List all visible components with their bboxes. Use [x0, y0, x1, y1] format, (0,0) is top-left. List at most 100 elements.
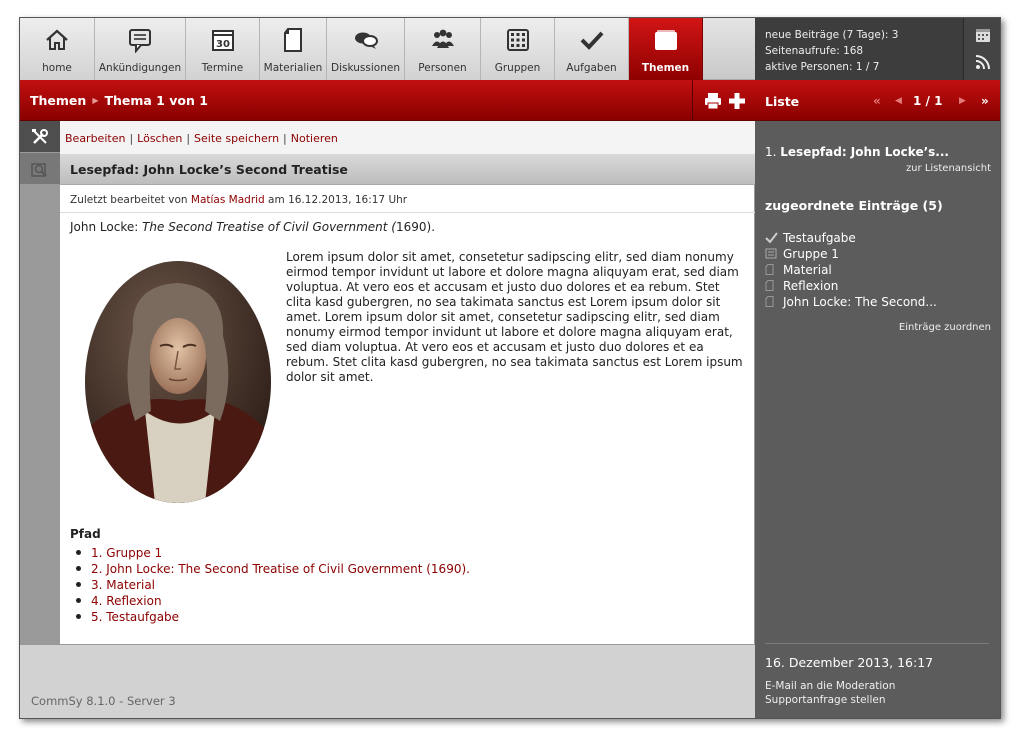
path-link[interactable]: 2. John Locke: The Second Treatise of Ci… — [91, 562, 470, 576]
add-icon[interactable] — [728, 92, 746, 110]
tools-button[interactable] — [20, 121, 60, 152]
item-title-bar: Lesepfad: John Locke’s Second Treatise — [60, 154, 755, 185]
rss-icon[interactable] — [975, 54, 991, 70]
breadcrumb-section[interactable]: Themen — [30, 93, 86, 108]
path-link[interactable]: 5. Testaufgabe — [91, 610, 179, 624]
nav-people[interactable]: Personen — [405, 18, 481, 80]
save-page-link[interactable]: Seite speichern — [194, 132, 279, 145]
delete-link[interactable]: Löschen — [137, 132, 182, 145]
email-moderation-link[interactable]: E-Mail an die Moderation — [765, 680, 895, 692]
list-item: 5. Testaufgabe — [70, 610, 470, 626]
stat-page-views: Seitenaufrufe: 168 — [765, 45, 864, 57]
list-item[interactable]: Material — [765, 263, 937, 279]
path-link[interactable]: 4. Reflexion — [91, 594, 162, 608]
page-indicator: 1 / 1 — [913, 94, 943, 108]
people-icon — [431, 29, 454, 48]
support-request-link[interactable]: Supportanfrage stellen — [765, 694, 886, 706]
list-item[interactable]: Testaufgabe — [765, 231, 937, 247]
current-datetime: 16. Dezember 2013, 16:17 — [765, 655, 934, 670]
path-link[interactable]: 3. Material — [91, 578, 155, 592]
nav-calendar[interactable]: 30 Termine — [186, 18, 260, 80]
nav-announcements[interactable]: Ankündigungen — [95, 18, 186, 80]
path-link[interactable]: 1. Gruppe 1 — [91, 546, 162, 560]
nav-label: Themen — [641, 62, 690, 74]
nav-materials[interactable]: Materialien — [260, 18, 327, 80]
action-bar: Bearbeiten | Löschen | Seite speichern | Notie… — [60, 121, 755, 154]
nav-label: Gruppen — [494, 62, 541, 74]
nav-groups[interactable]: Gruppen — [481, 18, 555, 80]
editor-link[interactable]: Matías Madrid — [191, 194, 265, 206]
announcement-icon — [129, 29, 151, 53]
last-page-icon[interactable]: » — [981, 94, 989, 108]
assigned-entries-list: Testaufgabe Gruppe 1 Material Reflexion … — [765, 231, 937, 311]
last-edited-info: Zuletzt bearbeitet von Matías Madrid am … — [70, 194, 408, 206]
divider — [60, 212, 755, 213]
nav-topics[interactable]: Themen — [629, 18, 703, 80]
assign-entries-link[interactable]: Einträge zuordnen — [899, 322, 991, 333]
breadcrumb-arrow-icon: ▶ — [92, 96, 99, 105]
magnifier-document-icon — [31, 163, 47, 177]
breadcrumb-position: Thema 1 von 1 — [104, 93, 208, 108]
detail-view-button[interactable] — [20, 153, 60, 184]
pager: « ◀ 1 / 1 ▶ » — [873, 92, 998, 110]
to-list-view-link[interactable]: zur Listenansicht — [906, 163, 991, 174]
task-check-icon — [765, 232, 778, 243]
path-heading: Pfad — [70, 527, 101, 541]
task-check-icon — [580, 31, 603, 50]
group-list-icon — [765, 248, 777, 259]
list-item: 4. Reflexion — [70, 594, 470, 610]
title-bar: Themen ▶ Thema 1 von 1 — [20, 80, 755, 121]
list-item: 2. John Locke: The Second Treatise of Ci… — [70, 562, 470, 578]
title-bar-divider — [692, 80, 693, 121]
nav-label: Personen — [418, 62, 467, 74]
content-area: Bearbeiten | Löschen | Seite speichern | Notie… — [60, 121, 755, 644]
nav-label: Termine — [201, 62, 244, 74]
current-list-entry[interactable]: 1. Lesepfad: John Locke’s... — [765, 145, 949, 159]
tool-strip — [20, 121, 60, 644]
footer: CommSy 8.1.0 - Server 3 — [20, 644, 755, 718]
calendar-day: 30 — [216, 39, 230, 50]
nav-home[interactable]: home — [20, 18, 95, 80]
portrait-image — [85, 261, 271, 503]
calendar-export-icon[interactable] — [975, 27, 991, 43]
sidebar: neue Beiträge (7 Tage): 3 Seitenaufrufe:… — [755, 18, 1000, 718]
nav-label: home — [42, 62, 72, 74]
item-title: Lesepfad: John Locke’s Second Treatise — [70, 162, 348, 177]
list-item[interactable]: Reflexion — [765, 279, 937, 295]
calendar-icon: 30 — [211, 30, 234, 51]
list-item[interactable]: John Locke: The Second... — [765, 295, 937, 311]
material-doc-icon — [765, 296, 774, 307]
main-navigation: home Ankündigungen 30 Termine Materialie… — [20, 18, 755, 80]
nav-discussions[interactable]: Diskussionen — [327, 18, 405, 80]
note-link[interactable]: Notieren — [291, 132, 338, 145]
topics-folder-icon — [654, 30, 677, 50]
material-icon — [284, 28, 302, 52]
nav-label: Ankündigungen — [98, 62, 182, 74]
print-icon[interactable] — [704, 92, 722, 110]
edit-link[interactable]: Bearbeiten — [65, 132, 125, 145]
list-label: Liste — [765, 94, 800, 109]
list-item: 1. Gruppe 1 — [70, 546, 470, 562]
body-text: Lorem ipsum dolor sit amet, consetetur s… — [286, 250, 743, 384]
material-doc-icon — [765, 264, 774, 275]
breadcrumb: Themen ▶ Thema 1 von 1 — [30, 93, 208, 108]
nav-label: Diskussionen — [331, 62, 400, 74]
path-list: 1. Gruppe 1 2. John Locke: The Second Tr… — [70, 546, 470, 626]
list-item[interactable]: Gruppe 1 — [765, 247, 937, 263]
tools-icon — [32, 129, 48, 144]
next-page-icon[interactable]: ▶ — [959, 96, 966, 106]
nav-label: Aufgaben — [566, 62, 617, 74]
discussion-icon — [354, 32, 378, 49]
first-page-icon[interactable]: « — [873, 94, 881, 108]
app-window: home Ankündigungen 30 Termine Materialie… — [19, 17, 1001, 719]
stat-active-people: aktive Personen: 1 / 7 — [765, 61, 880, 73]
edited-date: 16.12.2013, 16:17 Uhr — [288, 194, 408, 206]
groups-icon — [506, 29, 529, 51]
prev-page-icon[interactable]: ◀ — [895, 96, 902, 106]
list-bar: Liste « ◀ 1 / 1 ▶ » — [755, 80, 1000, 121]
stat-new-entries: neue Beiträge (7 Tage): 3 — [765, 29, 899, 41]
nav-tasks[interactable]: Aufgaben — [555, 18, 629, 80]
divider — [765, 643, 989, 644]
assigned-entries-heading: zugeordnete Einträge (5) — [765, 198, 943, 213]
room-statistics: neue Beiträge (7 Tage): 3 Seitenaufrufe:… — [755, 18, 1000, 80]
